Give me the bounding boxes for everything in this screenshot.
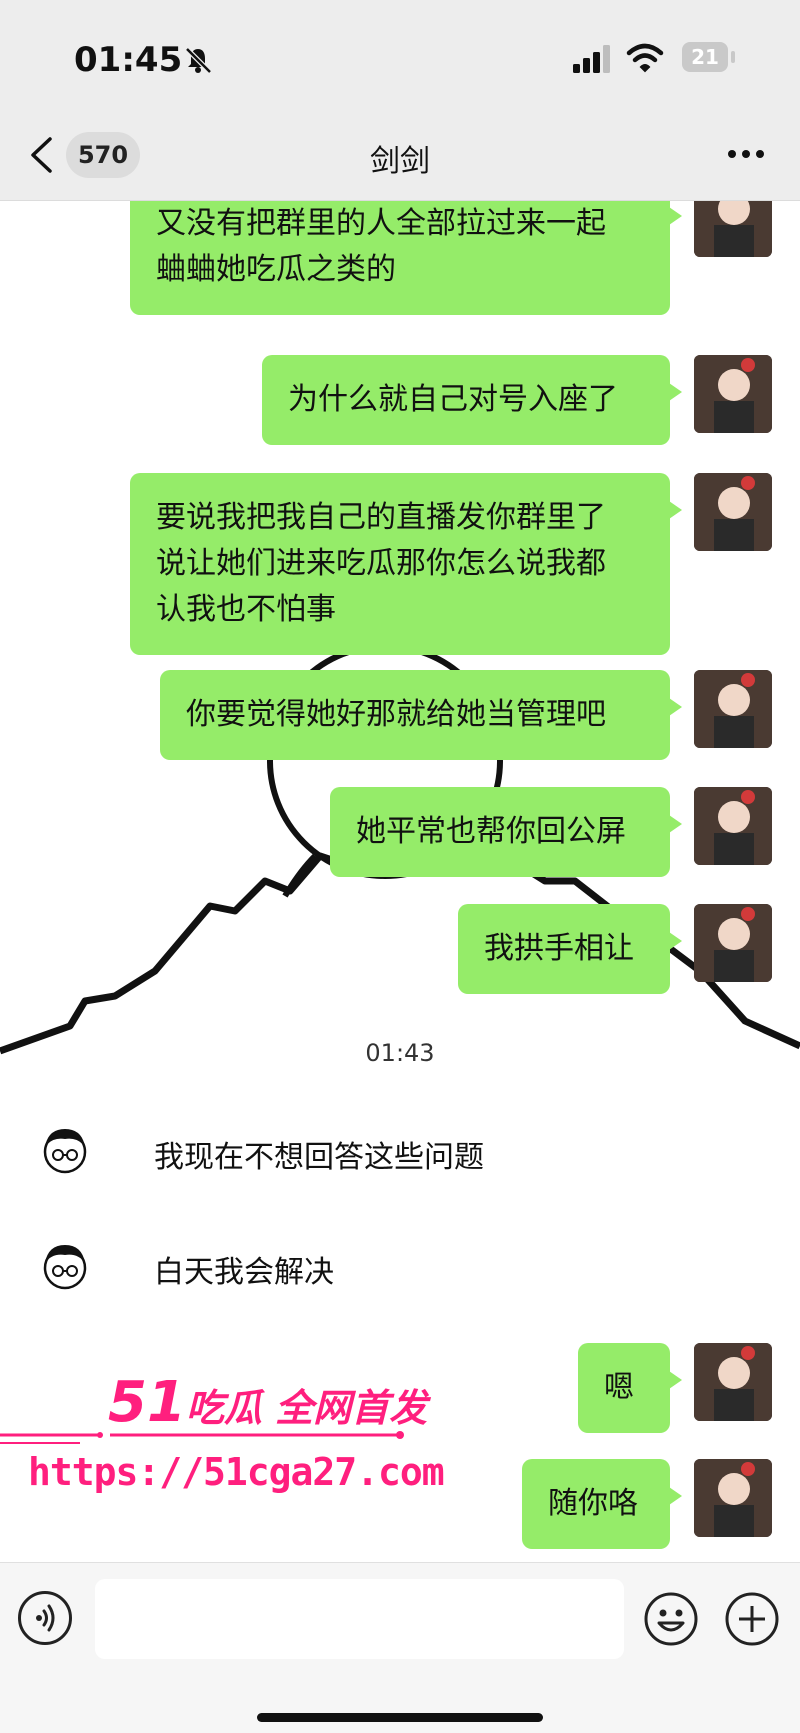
watermark-51: 51: [108, 1370, 186, 1435]
avatar-me[interactable]: [694, 1459, 772, 1537]
message-line: 我拱手相让: [484, 931, 634, 966]
message-bubble-sent[interactable]: 为什么就自己对号入座了: [262, 355, 682, 445]
message-timestamp: 01:43: [365, 1039, 435, 1067]
avatar-me[interactable]: [694, 201, 772, 257]
avatar-other[interactable]: [40, 1125, 90, 1175]
message-input[interactable]: [95, 1579, 624, 1659]
chat-title: 剑剑: [370, 144, 430, 179]
message-line: 她平常也帮你回公屏: [356, 814, 626, 849]
input-toolbar: [0, 1562, 800, 1733]
message-bubble-sent[interactable]: 我拱手相让: [458, 904, 682, 994]
message-list[interactable]: 又没有把群里的人全部拉过来一起 蛐蛐她吃瓜之类的 为什么就自己对号入座了 要说我…: [0, 201, 800, 1561]
watermark-slogan: 吃瓜 全网首发: [185, 1386, 428, 1430]
chat-header: 570 剑剑: [0, 110, 800, 201]
message-bubble-sent[interactable]: 随你咯: [522, 1459, 682, 1549]
wifi-icon: [626, 43, 664, 73]
avatar-other[interactable]: [40, 1241, 90, 1291]
watermark-url: https://51cga27.com: [28, 1450, 445, 1494]
avatar-me[interactable]: [694, 904, 772, 982]
message-line: 认我也不怕事: [156, 592, 336, 627]
message-line: 又没有把群里的人全部拉过来一起: [156, 206, 606, 241]
battery-tip: [731, 51, 735, 63]
avatar-me[interactable]: [694, 787, 772, 865]
message-bubble-sent[interactable]: 嗯: [578, 1343, 682, 1433]
message-line: 说让她们进来吃瓜那你怎么说我都: [156, 546, 606, 581]
message-line: 要说我把我自己的直播发你群里了: [156, 500, 606, 535]
message-bubble-sent[interactable]: 要说我把我自己的直播发你群里了 说让她们进来吃瓜那你怎么说我都 认我也不怕事: [130, 473, 682, 655]
home-indicator: [257, 1713, 543, 1722]
emoji-icon[interactable]: [643, 1591, 699, 1647]
message-line: 嗯: [604, 1370, 634, 1405]
status-time: 01:45: [74, 40, 183, 80]
plus-icon[interactable]: [724, 1591, 780, 1647]
voice-button[interactable]: [18, 1591, 72, 1645]
more-dots-icon[interactable]: [726, 146, 766, 162]
message-line: 你要觉得她好那就给她当管理吧: [186, 697, 606, 732]
message-line: 蛐蛐她吃瓜之类的: [156, 252, 396, 287]
status-bar: 01:45 21: [0, 0, 800, 110]
message-bubble-sent[interactable]: 又没有把群里的人全部拉过来一起 蛐蛐她吃瓜之类的: [130, 201, 682, 315]
voice-icon: [36, 1604, 55, 1632]
message-line: 随你咯: [548, 1486, 638, 1521]
message-bubble-sent[interactable]: 你要觉得她好那就给她当管理吧: [160, 670, 682, 760]
battery-indicator: 21: [682, 42, 728, 72]
signal-icon: [573, 45, 610, 73]
avatar-me[interactable]: [694, 1343, 772, 1421]
bell-muted-icon: [185, 47, 212, 74]
avatar-me[interactable]: [694, 670, 772, 748]
message-text-received[interactable]: 我现在不想回答这些问题: [154, 1132, 484, 1176]
message-line: 为什么就自己对号入座了: [288, 382, 618, 417]
avatar-me[interactable]: [694, 473, 772, 551]
message-bubble-sent[interactable]: 她平常也帮你回公屏: [330, 787, 682, 877]
watermark-title: 51吃瓜 全网首发: [108, 1370, 427, 1435]
avatar-me[interactable]: [694, 355, 772, 433]
message-text-received[interactable]: 白天我会解决: [154, 1247, 334, 1291]
